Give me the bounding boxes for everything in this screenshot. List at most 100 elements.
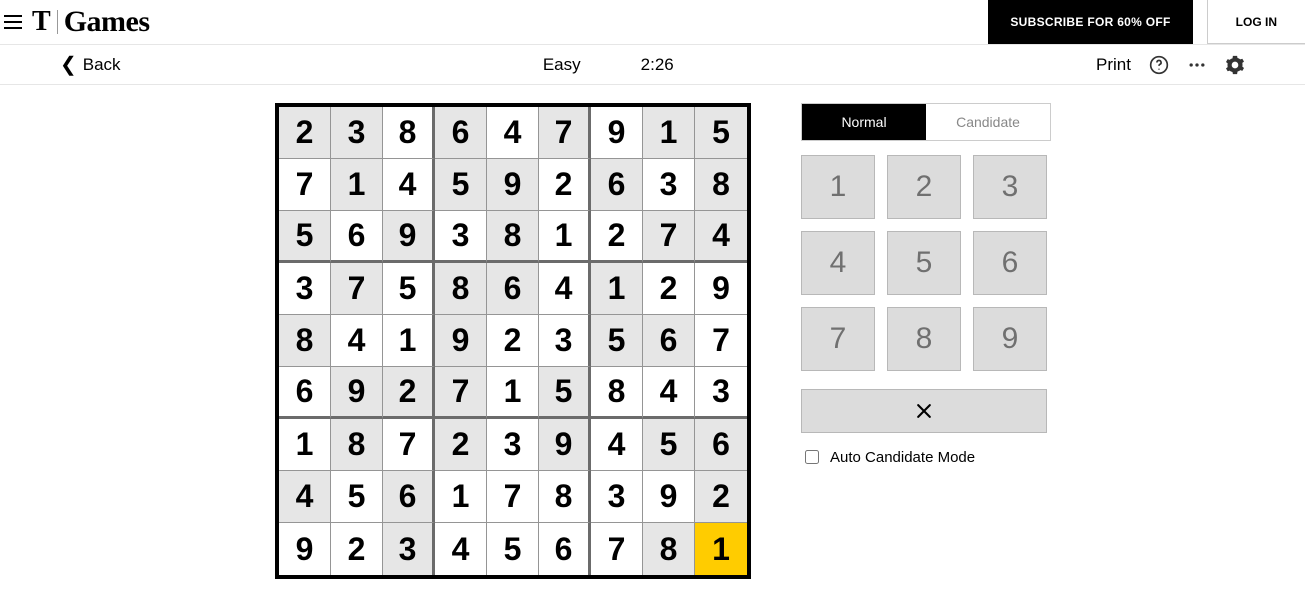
cell-0-3[interactable]: 6 (435, 107, 487, 159)
cell-5-0[interactable]: 6 (279, 367, 331, 419)
cell-3-3[interactable]: 8 (435, 263, 487, 315)
cell-8-8[interactable]: 1 (695, 523, 747, 575)
key-6[interactable]: 6 (973, 231, 1047, 295)
cell-8-0[interactable]: 9 (279, 523, 331, 575)
cell-6-6[interactable]: 4 (591, 419, 643, 471)
cell-3-6[interactable]: 1 (591, 263, 643, 315)
cell-5-1[interactable]: 9 (331, 367, 383, 419)
cell-3-7[interactable]: 2 (643, 263, 695, 315)
cell-4-6[interactable]: 5 (591, 315, 643, 367)
cell-4-5[interactable]: 3 (539, 315, 591, 367)
cell-2-8[interactable]: 4 (695, 211, 747, 263)
cell-6-1[interactable]: 8 (331, 419, 383, 471)
key-5[interactable]: 5 (887, 231, 961, 295)
brand[interactable]: T Games (32, 5, 150, 39)
cell-5-4[interactable]: 1 (487, 367, 539, 419)
cell-1-7[interactable]: 3 (643, 159, 695, 211)
print-button[interactable]: Print (1096, 55, 1131, 75)
cell-0-7[interactable]: 1 (643, 107, 695, 159)
cell-6-4[interactable]: 3 (487, 419, 539, 471)
cell-6-8[interactable]: 6 (695, 419, 747, 471)
cell-4-1[interactable]: 4 (331, 315, 383, 367)
cell-0-5[interactable]: 7 (539, 107, 591, 159)
cell-4-3[interactable]: 9 (435, 315, 487, 367)
cell-2-7[interactable]: 7 (643, 211, 695, 263)
cell-6-5[interactable]: 9 (539, 419, 591, 471)
cell-0-0[interactable]: 2 (279, 107, 331, 159)
cell-4-7[interactable]: 6 (643, 315, 695, 367)
key-3[interactable]: 3 (973, 155, 1047, 219)
cell-8-7[interactable]: 8 (643, 523, 695, 575)
cell-7-4[interactable]: 7 (487, 471, 539, 523)
cell-5-2[interactable]: 2 (383, 367, 435, 419)
cell-0-8[interactable]: 5 (695, 107, 747, 159)
cell-1-6[interactable]: 6 (591, 159, 643, 211)
cell-0-2[interactable]: 8 (383, 107, 435, 159)
cell-6-2[interactable]: 7 (383, 419, 435, 471)
cell-8-3[interactable]: 4 (435, 523, 487, 575)
cell-7-7[interactable]: 9 (643, 471, 695, 523)
auto-candidate-row[interactable]: Auto Candidate Mode (801, 447, 1051, 467)
cell-7-0[interactable]: 4 (279, 471, 331, 523)
key-9[interactable]: 9 (973, 307, 1047, 371)
cell-5-6[interactable]: 8 (591, 367, 643, 419)
cell-8-5[interactable]: 6 (539, 523, 591, 575)
cell-6-7[interactable]: 5 (643, 419, 695, 471)
auto-candidate-checkbox[interactable] (805, 450, 819, 464)
gear-icon[interactable] (1225, 55, 1245, 75)
tab-candidate[interactable]: Candidate (926, 104, 1050, 140)
cell-1-4[interactable]: 9 (487, 159, 539, 211)
cell-4-4[interactable]: 2 (487, 315, 539, 367)
back-button[interactable]: ❮ Back (60, 55, 121, 75)
cell-2-1[interactable]: 6 (331, 211, 383, 263)
cell-1-0[interactable]: 7 (279, 159, 331, 211)
cell-3-4[interactable]: 6 (487, 263, 539, 315)
cell-0-1[interactable]: 3 (331, 107, 383, 159)
tab-normal[interactable]: Normal (802, 104, 926, 140)
cell-5-7[interactable]: 4 (643, 367, 695, 419)
cell-2-0[interactable]: 5 (279, 211, 331, 263)
cell-2-5[interactable]: 1 (539, 211, 591, 263)
cell-2-6[interactable]: 2 (591, 211, 643, 263)
cell-0-4[interactable]: 4 (487, 107, 539, 159)
cell-2-3[interactable]: 3 (435, 211, 487, 263)
cell-8-2[interactable]: 3 (383, 523, 435, 575)
cell-1-3[interactable]: 5 (435, 159, 487, 211)
login-button[interactable]: LOG IN (1207, 0, 1305, 44)
cell-4-8[interactable]: 7 (695, 315, 747, 367)
erase-button[interactable] (801, 389, 1047, 433)
key-2[interactable]: 2 (887, 155, 961, 219)
cell-3-2[interactable]: 5 (383, 263, 435, 315)
help-icon[interactable] (1149, 55, 1169, 75)
cell-6-3[interactable]: 2 (435, 419, 487, 471)
key-1[interactable]: 1 (801, 155, 875, 219)
cell-7-8[interactable]: 2 (695, 471, 747, 523)
cell-7-1[interactable]: 5 (331, 471, 383, 523)
cell-2-4[interactable]: 8 (487, 211, 539, 263)
cell-3-0[interactable]: 3 (279, 263, 331, 315)
cell-3-5[interactable]: 4 (539, 263, 591, 315)
cell-3-1[interactable]: 7 (331, 263, 383, 315)
cell-0-6[interactable]: 9 (591, 107, 643, 159)
cell-4-2[interactable]: 1 (383, 315, 435, 367)
cell-5-8[interactable]: 3 (695, 367, 747, 419)
cell-1-2[interactable]: 4 (383, 159, 435, 211)
cell-8-6[interactable]: 7 (591, 523, 643, 575)
key-7[interactable]: 7 (801, 307, 875, 371)
cell-7-6[interactable]: 3 (591, 471, 643, 523)
cell-1-5[interactable]: 2 (539, 159, 591, 211)
key-4[interactable]: 4 (801, 231, 875, 295)
subscribe-button[interactable]: SUBSCRIBE FOR 60% OFF (988, 0, 1192, 44)
cell-8-1[interactable]: 2 (331, 523, 383, 575)
cell-2-2[interactable]: 9 (383, 211, 435, 263)
cell-7-2[interactable]: 6 (383, 471, 435, 523)
cell-7-3[interactable]: 1 (435, 471, 487, 523)
cell-8-4[interactable]: 5 (487, 523, 539, 575)
cell-5-5[interactable]: 5 (539, 367, 591, 419)
key-8[interactable]: 8 (887, 307, 961, 371)
cell-7-5[interactable]: 8 (539, 471, 591, 523)
menu-icon[interactable] (4, 15, 22, 29)
cell-5-3[interactable]: 7 (435, 367, 487, 419)
cell-6-0[interactable]: 1 (279, 419, 331, 471)
cell-4-0[interactable]: 8 (279, 315, 331, 367)
